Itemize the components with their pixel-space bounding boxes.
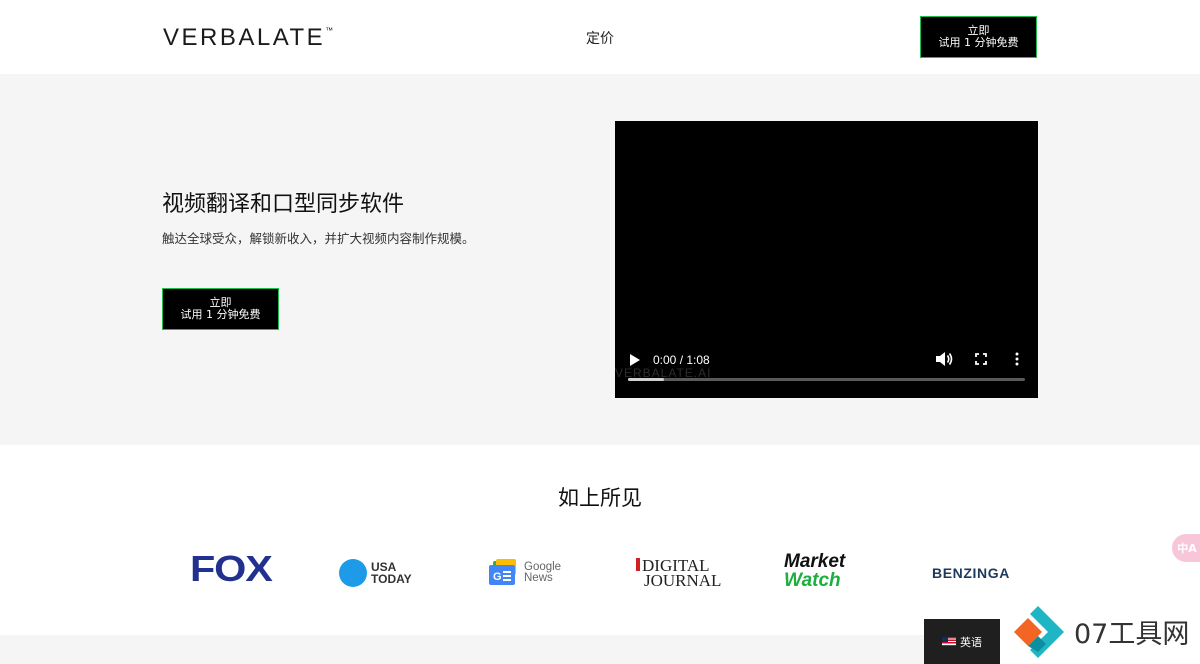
nav-pricing-link[interactable]: 定价 [586, 28, 614, 48]
site-name: 07工具网 [1074, 619, 1190, 650]
fox-logo: FOX [190, 548, 273, 589]
cta-line2: 试用 1 分钟免费 [180, 308, 261, 321]
marketwatch-logo: Market Watch [784, 551, 846, 591]
usa-today-line2: TODAY [371, 572, 412, 586]
language-label: 英语 [960, 635, 982, 649]
translate-float-button[interactable]: 中A [1172, 534, 1200, 562]
site-header: VERBALATE™ 定价 立即 试用 1 分钟免费 [0, 0, 1200, 74]
as-seen-on-title: 如上所见 [558, 486, 642, 510]
video-progress-fill [628, 378, 664, 381]
video-player[interactable]: VERBALATE.AI 0:00 / 1:08 [615, 121, 1038, 398]
hero-title: 视频翻译和口型同步软件 [162, 192, 405, 217]
site-logo-icon [1014, 606, 1064, 658]
usa-today-circle-icon [339, 559, 367, 587]
language-switcher[interactable]: 英语 [924, 619, 1000, 664]
benzinga-logo: BENZINGA [932, 565, 1010, 581]
video-progress-bar[interactable] [628, 378, 1025, 381]
video-time: 0:00 / 1:08 [653, 353, 710, 367]
google-news-logo: G Google News [487, 555, 561, 591]
usa-today-logo: USA TODAY [339, 555, 412, 591]
header-try-free-button[interactable]: 立即 试用 1 分钟免费 [920, 16, 1037, 58]
digital-journal-line2: JOURNAL [644, 571, 722, 590]
cta-line2: 试用 1 分钟免费 [938, 36, 1019, 49]
hero-section: 视频翻译和口型同步软件 触达全球受众，解锁新收入，并扩大视频内容制作规模。 立即… [0, 74, 1200, 445]
hero-try-free-button[interactable]: 立即 试用 1 分钟免费 [162, 288, 279, 330]
google-news-icon: G [489, 559, 516, 585]
volume-icon[interactable] [935, 351, 953, 367]
svg-text:G: G [493, 571, 502, 583]
verbalate-logo[interactable]: VERBALATE™ [163, 24, 333, 52]
digital-journal-red-bar [636, 558, 640, 571]
more-options-icon[interactable] [1013, 351, 1021, 367]
marketwatch-line2: Watch [784, 570, 841, 591]
digital-journal-logo: DIGITAL JOURNAL [636, 555, 721, 591]
marketwatch-line1: Market [784, 551, 846, 572]
google-news-line2: News [524, 572, 553, 584]
fullscreen-icon[interactable] [973, 351, 989, 367]
play-icon[interactable] [629, 353, 641, 367]
us-flag-icon [942, 637, 956, 646]
hero-subtitle: 触达全球受众，解锁新收入，并扩大视频内容制作规模。 [162, 231, 475, 246]
site-watermark-badge: 07工具网 [1000, 600, 1200, 664]
translate-icon: 中A [1177, 542, 1197, 555]
